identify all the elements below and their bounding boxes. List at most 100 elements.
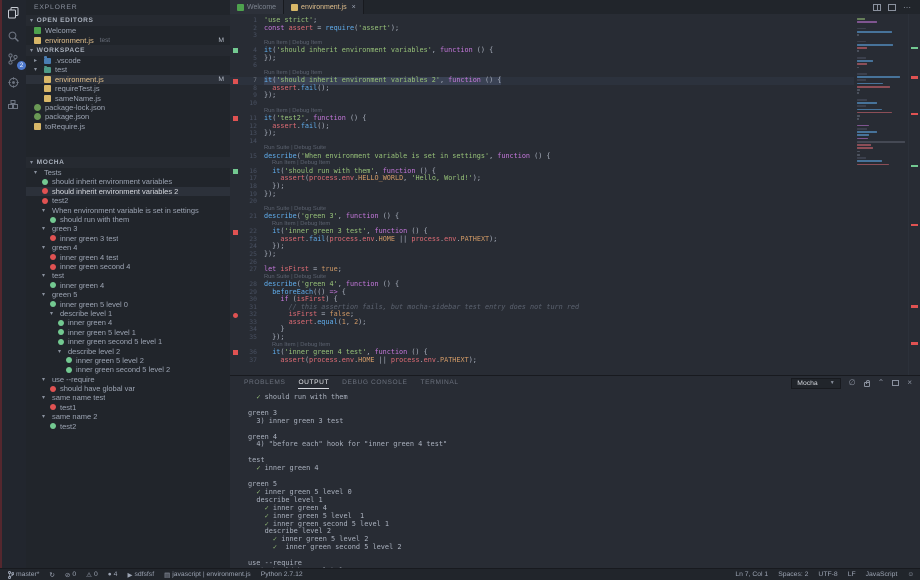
gutter[interactable]: 4: [230, 47, 264, 55]
mocha-test-item[interactable]: inner green 4: [26, 281, 230, 290]
activity-extensions-button[interactable]: [4, 98, 22, 112]
gutter[interactable]: 5: [230, 55, 264, 63]
gutter[interactable]: [230, 206, 264, 214]
gutter[interactable]: [230, 108, 264, 116]
panel-tab-debug-console[interactable]: DEBUG CONSOLE: [342, 377, 407, 389]
output-log[interactable]: ✓ should run with them green 3 3) inner …: [230, 390, 920, 568]
status-file[interactable]: ▤javascript | environment.js: [164, 571, 251, 579]
mocha-test-item[interactable]: ▾describe level 2: [26, 346, 230, 355]
gutter[interactable]: 7: [230, 77, 264, 85]
clear-output-icon[interactable]: ∅: [849, 379, 856, 387]
status-spaces-2[interactable]: Spaces: 2: [778, 571, 808, 578]
gutter[interactable]: [230, 70, 264, 78]
mocha-test-item[interactable]: inner green 5 level 1: [26, 328, 230, 337]
gutter[interactable]: 16: [230, 168, 264, 176]
gutter[interactable]: 12: [230, 123, 264, 131]
activity-debug-button[interactable]: [4, 75, 22, 89]
mocha-test-item[interactable]: should have global var: [26, 384, 230, 393]
gutter[interactable]: 20: [230, 198, 264, 206]
folder-row[interactable]: ▾test: [26, 65, 230, 74]
code-editor[interactable]: 1'use strict';2const assert = require('a…: [230, 14, 920, 375]
mocha-test-item[interactable]: inner green 4 test: [26, 252, 230, 261]
gutter[interactable]: 3: [230, 32, 264, 40]
gutter[interactable]: 11: [230, 115, 264, 123]
gutter[interactable]: 21: [230, 213, 264, 221]
gutter[interactable]: 14: [230, 138, 264, 146]
mocha-test-item[interactable]: ▾describe level 1: [26, 309, 230, 318]
close-panel-icon[interactable]: ×: [907, 379, 912, 387]
close-icon[interactable]: ×: [352, 4, 356, 11]
gutter[interactable]: 35: [230, 334, 264, 342]
mocha-test-item[interactable]: ▾Tests: [26, 168, 230, 177]
status-lf[interactable]: LF: [848, 571, 856, 578]
split-editor-icon[interactable]: [873, 4, 881, 11]
mocha-test-item[interactable]: ▾same name test: [26, 393, 230, 402]
panel-tab-output[interactable]: OUTPUT: [298, 377, 329, 389]
mocha-header[interactable]: ▾ MOCHA: [26, 157, 230, 168]
mocha-test-item[interactable]: test2: [26, 421, 230, 430]
open-editor-item[interactable]: Welcome: [26, 26, 230, 35]
open-editors-header[interactable]: ▾ OPEN EDITORS: [26, 15, 230, 26]
toggle-panel-icon[interactable]: [892, 380, 899, 386]
activity-search-button[interactable]: [4, 29, 22, 43]
mocha-test-item[interactable]: ▾use --require: [26, 375, 230, 384]
mocha-test-item[interactable]: inner green second 5 level 1: [26, 337, 230, 346]
editor-tab[interactable]: Welcome: [230, 0, 284, 14]
status-ln-7-col-1[interactable]: Ln 7, Col 1: [735, 571, 768, 578]
gutter[interactable]: 10: [230, 100, 264, 108]
gutter[interactable]: 6: [230, 62, 264, 70]
maximize-panel-icon[interactable]: ⌃: [878, 379, 885, 387]
gutter[interactable]: 34: [230, 326, 264, 334]
file-row[interactable]: requireTest.js: [26, 84, 230, 93]
gutter[interactable]: 15: [230, 153, 264, 161]
gutter[interactable]: [230, 145, 264, 153]
gutter[interactable]: 28: [230, 281, 264, 289]
toggle-layout-icon[interactable]: [888, 4, 896, 11]
mocha-test-item[interactable]: inner green 5 level 2: [26, 356, 230, 365]
gutter[interactable]: 33: [230, 319, 264, 327]
gutter[interactable]: 18: [230, 183, 264, 191]
mocha-test-item[interactable]: ▾test: [26, 271, 230, 280]
gutter[interactable]: 17: [230, 175, 264, 183]
mocha-test-item[interactable]: test1: [26, 403, 230, 412]
status-git-branch[interactable]: master*: [8, 571, 39, 579]
gutter[interactable]: 32: [230, 311, 264, 319]
mocha-test-item[interactable]: ▾When environment variable is set in set…: [26, 205, 230, 214]
mocha-test-item[interactable]: inner green 3 test: [26, 234, 230, 243]
gutter[interactable]: 24: [230, 243, 264, 251]
mocha-test-item[interactable]: should inherit environment variables: [26, 177, 230, 186]
gutter[interactable]: [230, 221, 264, 229]
more-actions-icon[interactable]: ⋯: [903, 3, 912, 12]
gutter[interactable]: 22: [230, 228, 264, 236]
file-row[interactable]: package-lock.json: [26, 103, 230, 112]
editor-tab[interactable]: environment.js×: [284, 0, 364, 14]
mocha-test-item[interactable]: should run with them: [26, 215, 230, 224]
status-javascript[interactable]: JavaScript: [866, 571, 898, 578]
panel-tab-problems[interactable]: PROBLEMS: [244, 377, 285, 389]
gutter[interactable]: 2: [230, 25, 264, 33]
mocha-test-item[interactable]: ▾green 5: [26, 290, 230, 299]
file-row[interactable]: package.json: [26, 112, 230, 121]
status-utf-8[interactable]: UTF-8: [818, 571, 837, 578]
mocha-test-item[interactable]: inner green second 5 level 2: [26, 365, 230, 374]
gutter[interactable]: [230, 40, 264, 48]
status-warning[interactable]: ⚠0: [86, 571, 98, 579]
overview-ruler[interactable]: [908, 14, 920, 375]
activity-source-control-button[interactable]: 2: [4, 52, 22, 66]
gutter[interactable]: [230, 274, 264, 282]
folder-row[interactable]: ▸.vscode: [26, 56, 230, 65]
mocha-test-item[interactable]: inner green 5 level 0: [26, 299, 230, 308]
gutter[interactable]: 26: [230, 259, 264, 267]
gutter[interactable]: 13: [230, 130, 264, 138]
mocha-test-item[interactable]: ▾same name 2: [26, 412, 230, 421]
file-row[interactable]: toRequire.js: [26, 122, 230, 131]
gutter[interactable]: [230, 160, 264, 168]
gutter[interactable]: 23: [230, 236, 264, 244]
gutter[interactable]: [230, 342, 264, 350]
output-channel-select[interactable]: Mocha ▼: [791, 378, 840, 389]
gutter[interactable]: 37: [230, 357, 264, 365]
file-row[interactable]: environment.jsM: [26, 75, 230, 84]
mocha-test-item[interactable]: ▾green 4: [26, 243, 230, 252]
status-sync[interactable]: ↻: [49, 571, 54, 579]
mocha-test-item[interactable]: inner green 4: [26, 318, 230, 327]
